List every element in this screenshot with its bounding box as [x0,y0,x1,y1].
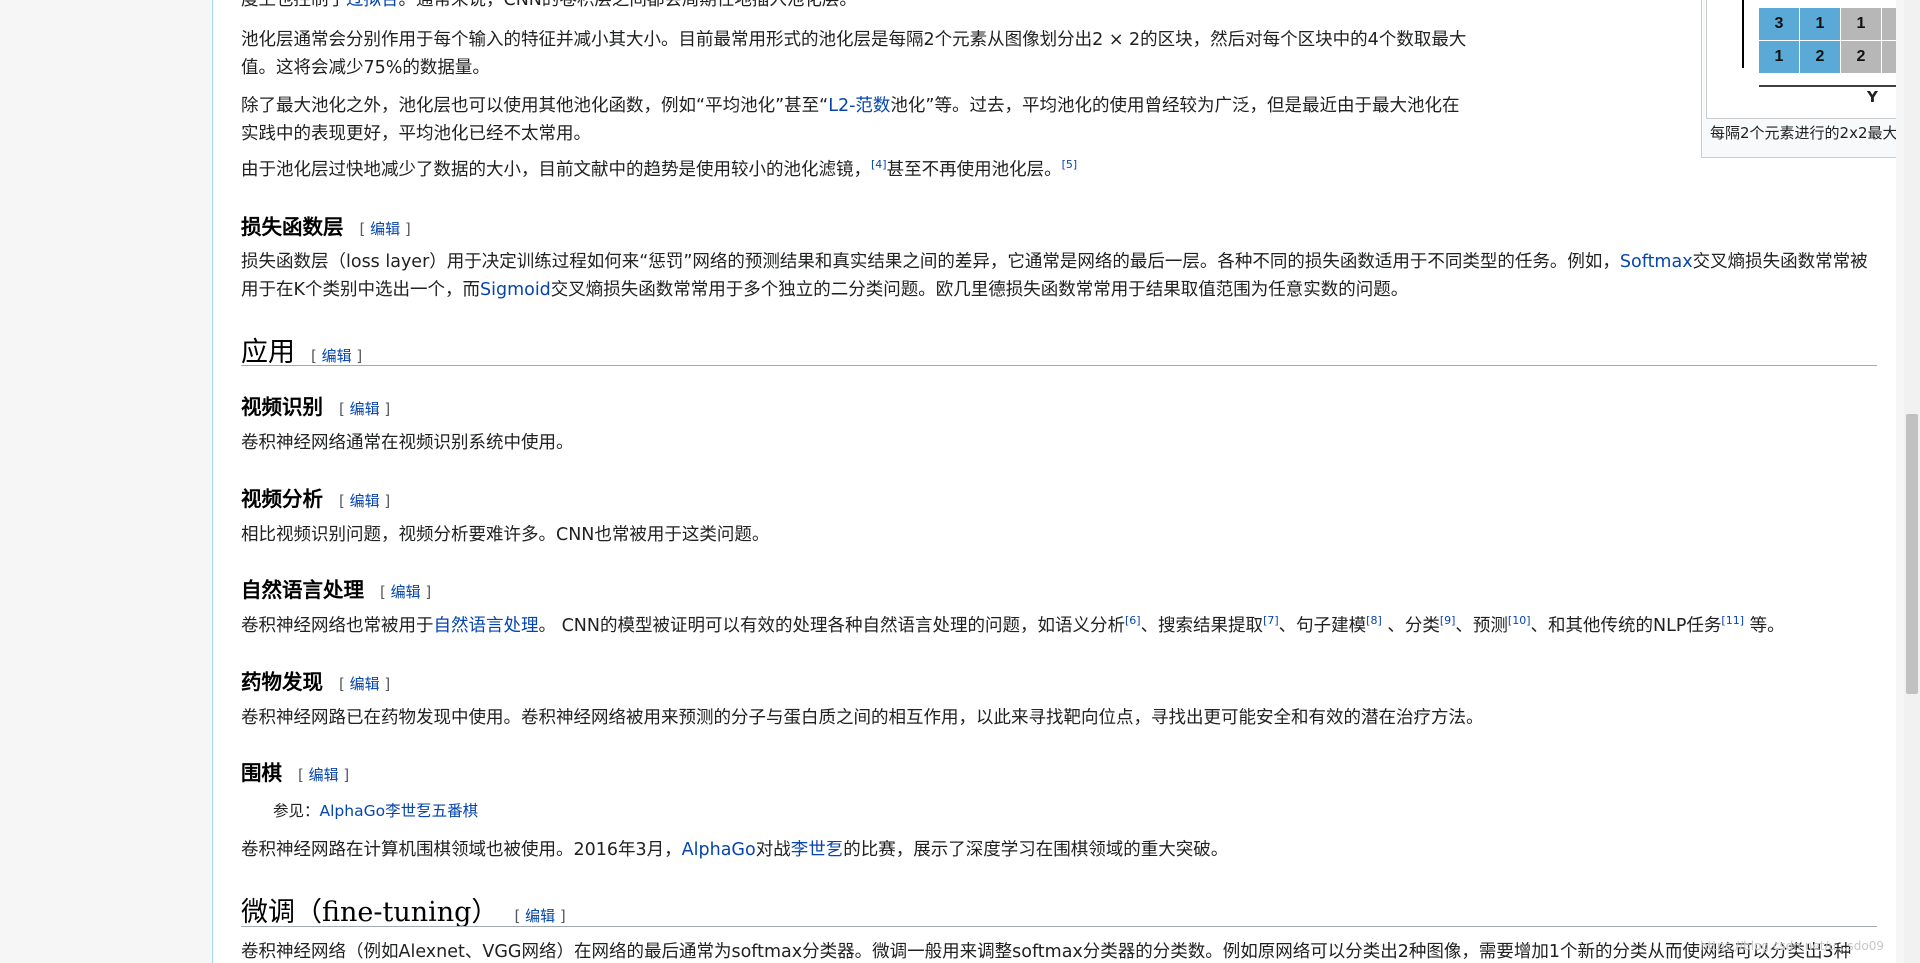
ref-4[interactable]: [4] [871,158,887,171]
grid-cell: 3 [1759,8,1799,40]
ref-10[interactable]: [10] [1508,614,1531,627]
edit-link-video-analysis[interactable]: 编辑 [350,492,380,510]
nlp-paragraph: 卷积神经网络也常被用于自然语言处理。 CNN的模型被证明可以有效的处理各种自然语… [241,614,1785,636]
section-divider [241,926,1877,927]
edit-link-wrapper: [ 编辑 ] [339,492,391,510]
article-content: 度上也控制了过拟合。通常来说，CNN的卷积层之间都会周期性地插入池化层。 池化层… [212,0,1896,963]
video-recognition-paragraph: 卷积神经网络通常在视频识别系统中使用。 [241,433,574,453]
ref-7[interactable]: [7] [1263,614,1279,627]
grid-cell: 2 [1800,41,1840,73]
edit-link-wrapper: [ 编辑 ] [380,583,432,601]
ref-11[interactable]: [11] [1721,614,1744,627]
section-divider [241,365,1877,366]
edit-link-wrapper: [ 编辑 ] [359,220,411,238]
heading-nlp: 自然语言处理[ 编辑 ] [241,578,432,602]
edit-link-wrapper: [ 编辑 ] [311,347,363,365]
heading-fine-tuning: 微调（fine-tuning）[ 编辑 ] [241,897,566,928]
ref-6[interactable]: [6] [1125,614,1141,627]
edit-link-go[interactable]: 编辑 [309,766,339,784]
link-softmax[interactable]: Softmax [1620,252,1693,272]
link-nlp[interactable]: 自然语言处理 [434,616,539,636]
heading-loss-layer: 损失函数层[ 编辑 ] [241,215,411,239]
ref-5[interactable]: [5] [1062,158,1078,171]
scrollbar-track[interactable] [1904,0,1920,963]
edit-link-drug[interactable]: 编辑 [350,675,380,693]
pooling-paragraph-3: 由于池化层过快地减少了数据的大小，目前文献中的趋势是使用较小的池化滤镜，[4]甚… [241,158,1078,180]
watermark: https://blog.csdn.net/u...sdo09 [1700,939,1884,953]
link-alphago[interactable]: AlphaGo [682,840,756,860]
loss-layer-paragraph: 损失函数层（loss layer）用于决定训练过程如何来“惩罚”网络的预测结果和… [241,252,1868,300]
axis-label-y: Y [1867,88,1878,106]
edit-link-video-recognition[interactable]: 编辑 [350,400,380,418]
grid-cell: 1 [1800,8,1840,40]
grid-cell: 2 [1841,41,1881,73]
heading-video-recognition: 视频识别[ 编辑 ] [241,395,391,419]
heading-applications: 应用[ 编辑 ] [241,337,363,368]
link-l2-norm[interactable]: L2-范数 [828,96,890,116]
heading-drug-discovery: 药物发现[ 编辑 ] [241,670,391,694]
max-pooling-figure: 3 1 1 0 1 2 2 4 3 4 Y 每隔2个元素进行的2x2最大池化 [1701,0,1896,158]
edit-link-applications[interactable]: 编辑 [322,347,352,365]
grid-cell: 0 [1882,8,1896,40]
figure-caption: 每隔2个元素进行的2x2最大池化 [1710,124,1896,142]
edit-link-wrapper: [ 编辑 ] [298,766,350,784]
ref-9[interactable]: [9] [1440,614,1456,627]
link-lee-sedol[interactable]: 李世乭 [791,840,844,860]
edit-link-wrapper: [ 编辑 ] [514,907,566,925]
grid-cell: 1 [1841,8,1881,40]
link-alphago-lee-match[interactable]: AlphaGo李世乭五番棋 [320,802,479,820]
scrollbar-thumb[interactable] [1906,414,1918,694]
figure-image[interactable]: 3 1 1 0 1 2 2 4 3 4 Y [1706,0,1896,119]
grid-cell: 4 [1882,41,1896,73]
edit-link-wrapper: [ 编辑 ] [339,400,391,418]
pooling-paragraph-2: 除了最大池化之外，池化层也可以使用其他池化函数，例如“平均池化”甚至“L2-范数… [241,96,1460,144]
grid-cell: 1 [1759,41,1799,73]
edit-link-wrapper: [ 编辑 ] [339,675,391,693]
link-overfitting[interactable]: 过拟合 [346,0,399,10]
edit-link-nlp[interactable]: 编辑 [391,583,421,601]
heading-go: 围棋[ 编辑 ] [241,761,350,785]
drug-discovery-paragraph: 卷积神经网路已在药物发现中使用。卷积神经网络被用来预测的分子与蛋白质之间的相互作… [241,708,1484,728]
fine-tuning-paragraph: 卷积神经网络（例如Alexnet、VGG网络）在网络的最后通常为softmax分… [241,942,1852,962]
go-paragraph: 卷积神经网路在计算机围棋领域也被使用。2016年3月，AlphaGo对战李世乭的… [241,840,1229,860]
link-sigmoid[interactable]: Sigmoid [480,280,551,300]
intro-top-line: 度上也控制了过拟合。通常来说，CNN的卷积层之间都会周期性地插入池化层。 [241,0,857,14]
pooling-paragraph-1: 池化层通常会分别作用于每个输入的特征并减小其大小。目前最常用形式的池化层是每隔2… [241,30,1467,78]
edit-link-loss[interactable]: 编辑 [370,220,400,238]
see-also-note: 参见：AlphaGo李世乭五番棋 [273,802,479,820]
heading-video-analysis: 视频分析[ 编辑 ] [241,487,391,511]
video-analysis-paragraph: 相比视频识别问题，视频分析要难许多。CNN也常被用于这类问题。 [241,525,770,545]
ref-8[interactable]: [8] [1366,614,1382,627]
edit-link-finetune[interactable]: 编辑 [525,907,555,925]
